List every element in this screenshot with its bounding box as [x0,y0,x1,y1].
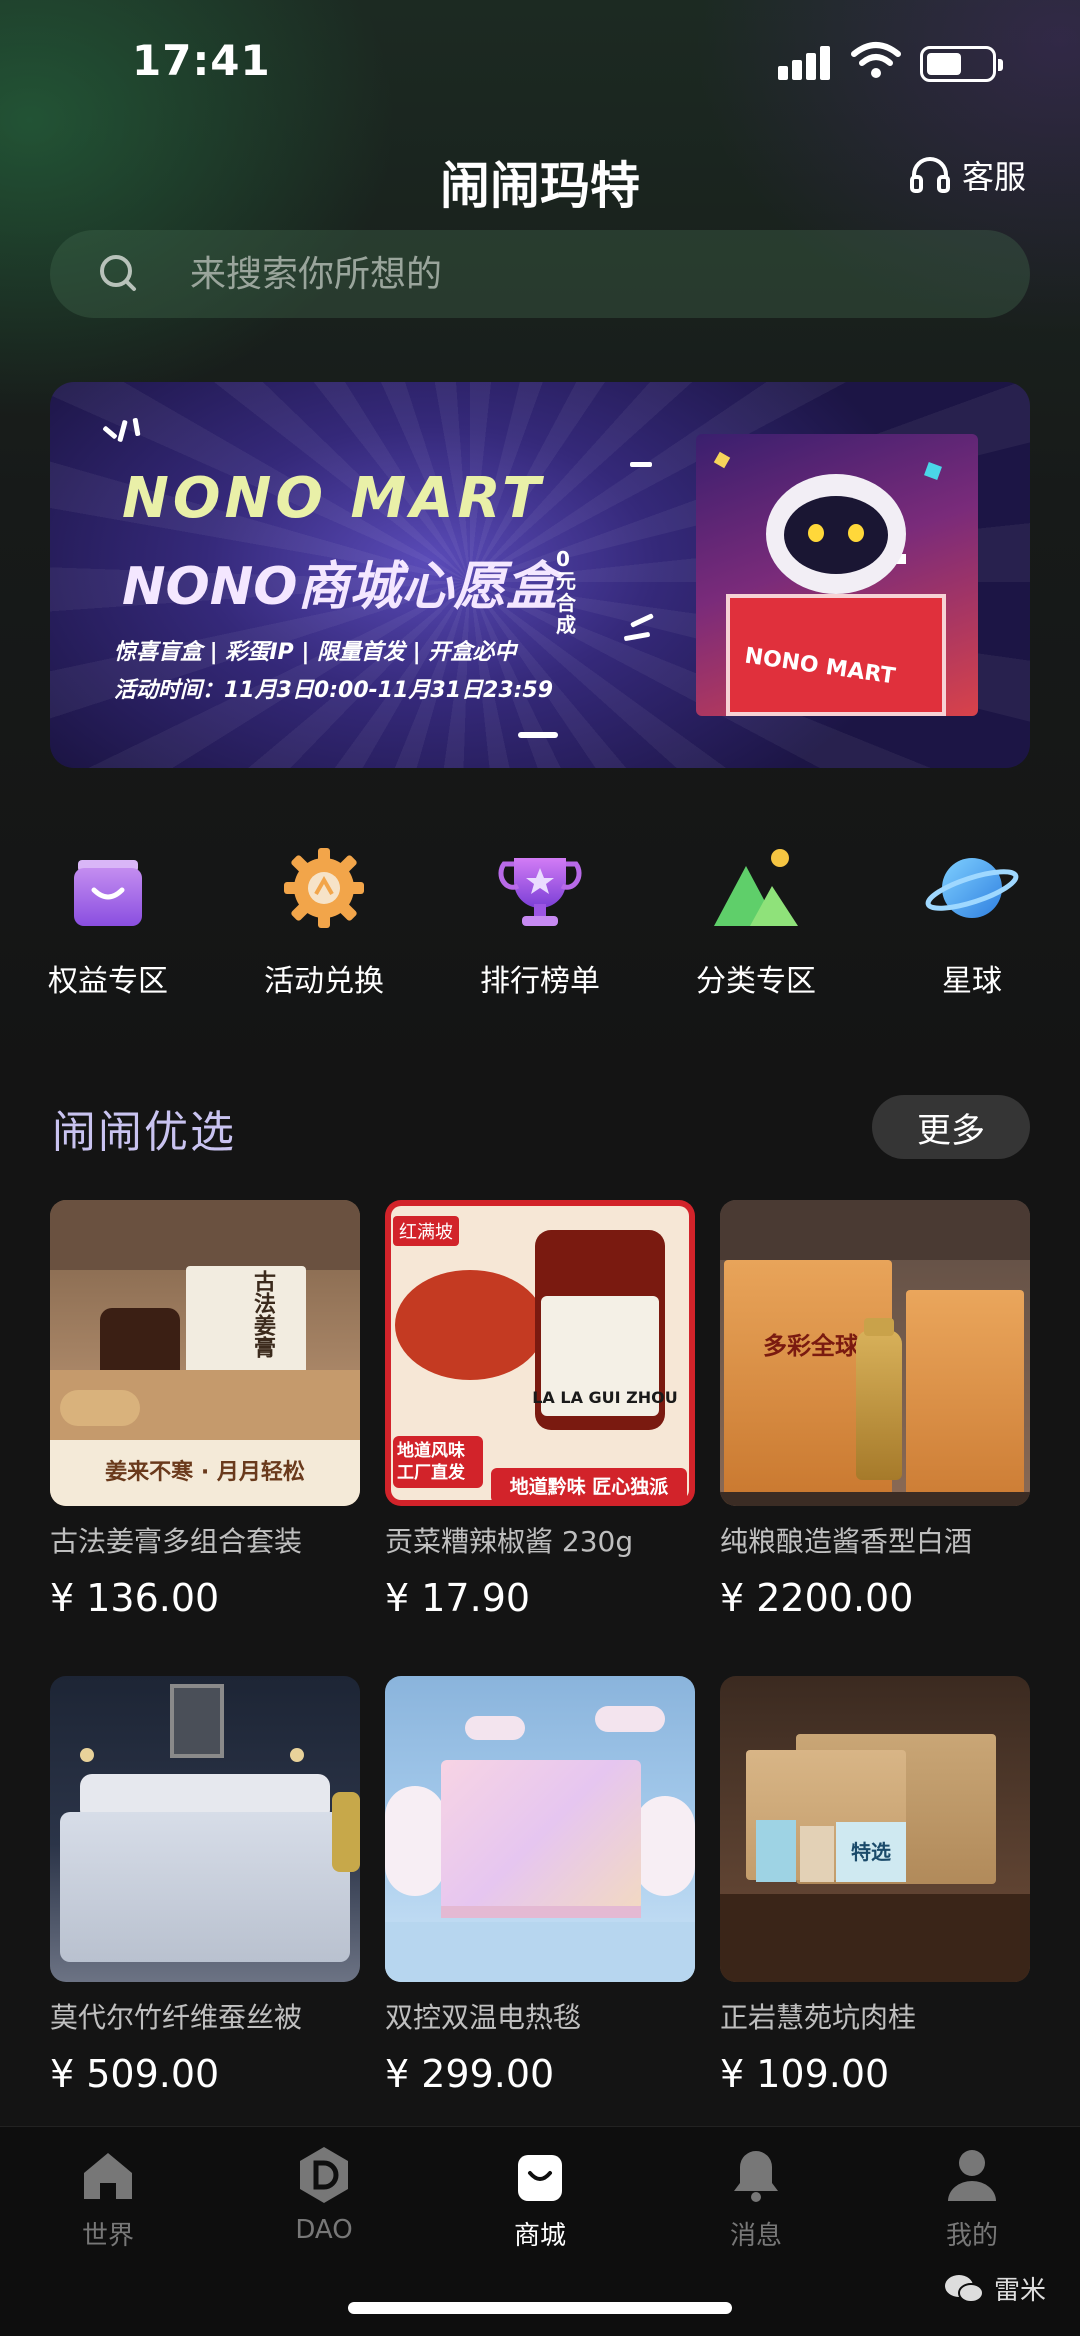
product-price: ¥ 299.00 [385,2052,555,2096]
tab-label: 世界 [81,2221,134,2251]
status-bar: 17:41 [0,0,1080,130]
customer-service-label: 客服 [962,158,1027,196]
product-image: 特选 [720,1676,1030,1982]
user-icon [948,2150,996,2201]
product-box-text: 特选 [836,1822,906,1882]
product-name: 双控双温电热毯 [385,2001,582,2034]
shopping-bag-icon [74,860,142,926]
promo-banner[interactable]: NONO MART NONO商城心愿盒 0元合成 惊喜盲盒 | 彩蛋IP | 限… [50,382,1030,768]
quick-entry-label: 星球 [942,964,1002,999]
banner-deco [630,462,652,467]
product-name: 古法姜膏多组合套装 [50,1525,303,1558]
banner-mascot-image: NONO MART [696,434,978,716]
tab-world[interactable]: 世界 [0,2143,216,2252]
shop-bag-icon [518,2155,562,2201]
tab-profile[interactable]: 我的 [864,2143,1080,2252]
trophy-icon [498,858,582,926]
banner-tag: 0元合成 [556,547,576,637]
status-time: 17:41 [132,36,271,85]
tab-messages[interactable]: 消息 [648,2143,864,2252]
product-image: 古法姜膏 姜来不寒 · 月月轻松 [50,1200,360,1506]
product-card[interactable]: 莫代尔竹纤维蚕丝被 ¥ 509.00 [50,1676,360,2096]
quick-entry-planet[interactable]: 星球 [864,840,1080,1000]
signal-icon [778,44,834,80]
product-image-text: 地道黔味 匠心独派 [491,1468,687,1503]
product-price: ¥ 17.90 [385,1576,531,1620]
product-price: ¥ 109.00 [720,2052,890,2096]
bell-icon [734,2151,778,2202]
quick-entry-label: 权益专区 [48,964,168,999]
tab-dao[interactable]: DAO [216,2143,432,2252]
banner-title-en: NONO MART [122,466,545,531]
product-image [385,1676,695,1982]
banner-time: 活动时间：11月3日0:00-11月31日23:59 [114,678,554,703]
banner-title-cn: NONO商城心愿盒 [122,557,558,617]
headset-icon [910,157,950,193]
dao-icon [300,2147,348,2203]
section-title: 闹闹优选 [52,1107,236,1158]
tab-label: 我的 [945,2221,998,2251]
search-bar[interactable] [50,230,1030,318]
more-button[interactable]: 更多 [872,1095,1030,1159]
quick-entry-ranking[interactable]: 排行榜单 [432,840,648,1000]
quick-entry-category[interactable]: 分类专区 [648,840,864,1000]
product-card[interactable]: 特选 正岩慧苑坑肉桂 ¥ 109.00 [720,1676,1030,2096]
product-brand: 红满坡 [393,1216,459,1246]
product-image [50,1676,360,1982]
wechat-icon [945,2274,984,2303]
quick-entry-label: 排行榜单 [480,964,600,999]
mountain-icon [714,849,798,926]
customer-service-button[interactable]: 客服 [908,152,1026,198]
product-card[interactable]: 红满坡 LA LA GUI ZHOU 地道风味 工厂直发 地道黔味 匠心独派 贡… [385,1200,695,1620]
product-image-text: 姜来不寒 · 月月轻松 [105,1460,305,1485]
watermark-text: 雷米 [994,2276,1047,2306]
battery-icon [920,46,1003,82]
product-image: 红满坡 LA LA GUI ZHOU 地道风味 工厂直发 地道黔味 匠心独派 [385,1200,695,1506]
home-indicator [348,2302,732,2314]
product-card[interactable]: 双控双温电热毯 ¥ 299.00 [385,1676,695,2096]
product-price: ¥ 509.00 [50,2052,220,2096]
product-price: ¥ 2200.00 [720,1576,914,1620]
banner-indicator [518,732,558,738]
product-name: 正岩慧苑坑肉桂 [720,2001,917,2034]
product-name: 纯粮酿造酱香型白酒 [720,1525,973,1558]
quick-entry-label: 活动兑换 [264,964,384,999]
tab-mall[interactable]: 商城 [432,2143,648,2252]
search-input[interactable] [190,253,990,295]
product-card[interactable]: 多彩全球 纯粮酿造酱香型白酒 ¥ 2200.00 [720,1200,1030,1620]
watermark: 雷米 [944,2270,1046,2307]
product-image: 多彩全球 [720,1200,1030,1506]
home-icon [84,2153,132,2199]
product-name: 莫代尔竹纤维蚕丝被 [50,2001,303,2034]
product-badge: 地道风味 工厂直发 [393,1436,483,1488]
quick-entry-label: 分类专区 [696,964,816,999]
tab-label: DAO [295,2215,353,2245]
tab-label: 消息 [729,2221,782,2251]
quick-entries: 权益专区 活动兑换 排行榜单 分类专区 星球 [0,840,1080,1000]
wifi-icon [851,42,901,78]
search-icon [100,255,136,291]
mall-screen: 17:41 闹闹玛特 客服 来搜索你所想的 NONO MART NONO商城心愿… [0,0,1080,2336]
banner-subtitle: 惊喜盲盒 | 彩蛋IP | 限量首发 | 开盒必中 [114,640,517,665]
quick-entry-exchange[interactable]: 活动兑换 [216,840,432,1000]
product-card[interactable]: 古法姜膏 姜来不寒 · 月月轻松 古法姜膏多组合套装 ¥ 136.00 [50,1200,360,1620]
planet-icon [925,858,1019,918]
product-name: 贡菜糟辣椒酱 230g [385,1525,634,1558]
tab-label: 商城 [513,2221,566,2251]
product-jar-text: LA LA GUI ZHOU [532,1388,678,1407]
product-price: ¥ 136.00 [50,1576,220,1620]
gear-icon [284,848,364,928]
quick-entry-benefits[interactable]: 权益专区 [0,840,216,1000]
